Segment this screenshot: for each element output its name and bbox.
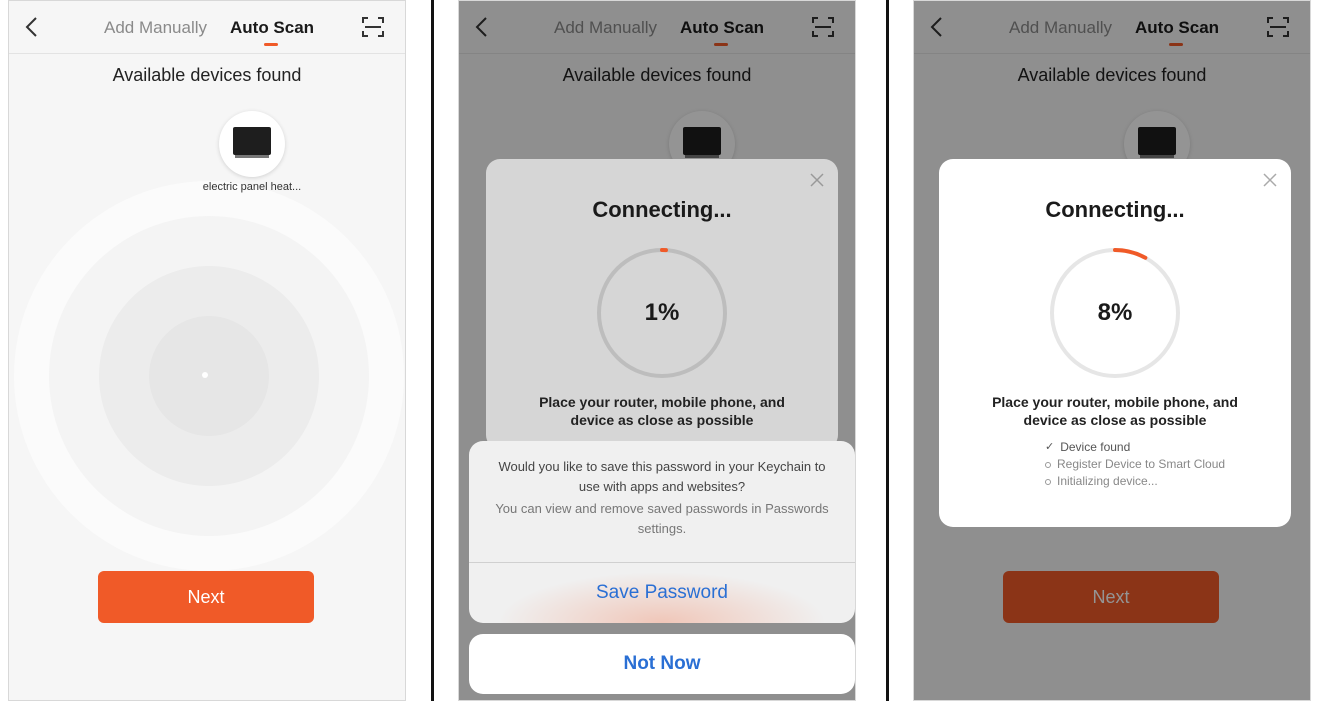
- not-now-button[interactable]: Not Now: [469, 634, 855, 694]
- close-icon[interactable]: [1263, 173, 1277, 187]
- keychain-subtext: You can view and remove saved passwords …: [495, 501, 829, 536]
- active-tab-indicator: [264, 43, 278, 46]
- screen-divider: [886, 0, 889, 701]
- step-item: Initializing device...: [1045, 473, 1225, 490]
- page-title: Available devices found: [112, 65, 302, 85]
- keychain-question: Would you like to save this password in …: [498, 459, 826, 494]
- device-avatar[interactable]: [219, 111, 285, 177]
- step-label: Register Device to Smart Cloud: [1057, 457, 1226, 471]
- screen-connecting-progress: Add Manually Auto Scan Available devices…: [913, 0, 1311, 701]
- pending-circle-icon: [1045, 478, 1051, 485]
- save-password-button[interactable]: Save Password: [469, 563, 855, 623]
- modal-title: Connecting...: [1045, 197, 1185, 222]
- tv-panel-icon: [233, 127, 271, 155]
- screen-connecting-keychain: Add Manually Auto Scan Available devices…: [458, 0, 856, 701]
- step-label: Device found: [1060, 440, 1131, 454]
- placement-hint: Place your router, mobile phone, and dev…: [539, 394, 785, 428]
- top-bar: Add Manually Auto Scan: [9, 1, 405, 54]
- scan-frame-icon[interactable]: [361, 15, 385, 39]
- keychain-sheet: Would you like to save this password in …: [469, 441, 855, 623]
- step-item: Register Device to Smart Cloud: [1045, 456, 1225, 473]
- progress-percent: 8%: [1097, 299, 1133, 326]
- device-label[interactable]: electric panel heat...: [197, 181, 307, 193]
- screen-auto-scan: Add Manually Auto Scan Available devices…: [8, 0, 406, 701]
- radar-ring: [149, 316, 269, 436]
- radar-center: [202, 372, 208, 378]
- connecting-modal: Connecting... 8% Place your router, mobi…: [939, 159, 1291, 527]
- next-button[interactable]: Next: [98, 571, 314, 623]
- tv-stand: [235, 155, 269, 158]
- close-icon[interactable]: [810, 173, 824, 187]
- check-icon: ✓: [1045, 441, 1055, 453]
- tab-add-manually[interactable]: Add Manually: [104, 18, 207, 38]
- modal-title: Connecting...: [592, 197, 732, 222]
- progress-percent: 1%: [644, 299, 680, 326]
- step-label: Initializing device...: [1057, 474, 1158, 488]
- chevron-left-icon[interactable]: [21, 15, 43, 39]
- placement-hint: Place your router, mobile phone, and dev…: [992, 394, 1238, 428]
- screen-divider: [431, 0, 434, 701]
- tab-auto-scan[interactable]: Auto Scan: [230, 18, 314, 38]
- step-item: ✓ Device found: [1045, 439, 1225, 456]
- connecting-modal: Connecting... 1% Place your router, mobi…: [486, 159, 838, 449]
- pending-circle-icon: [1045, 461, 1051, 468]
- connection-steps: ✓ Device found Register Device to Smart C…: [1045, 439, 1225, 490]
